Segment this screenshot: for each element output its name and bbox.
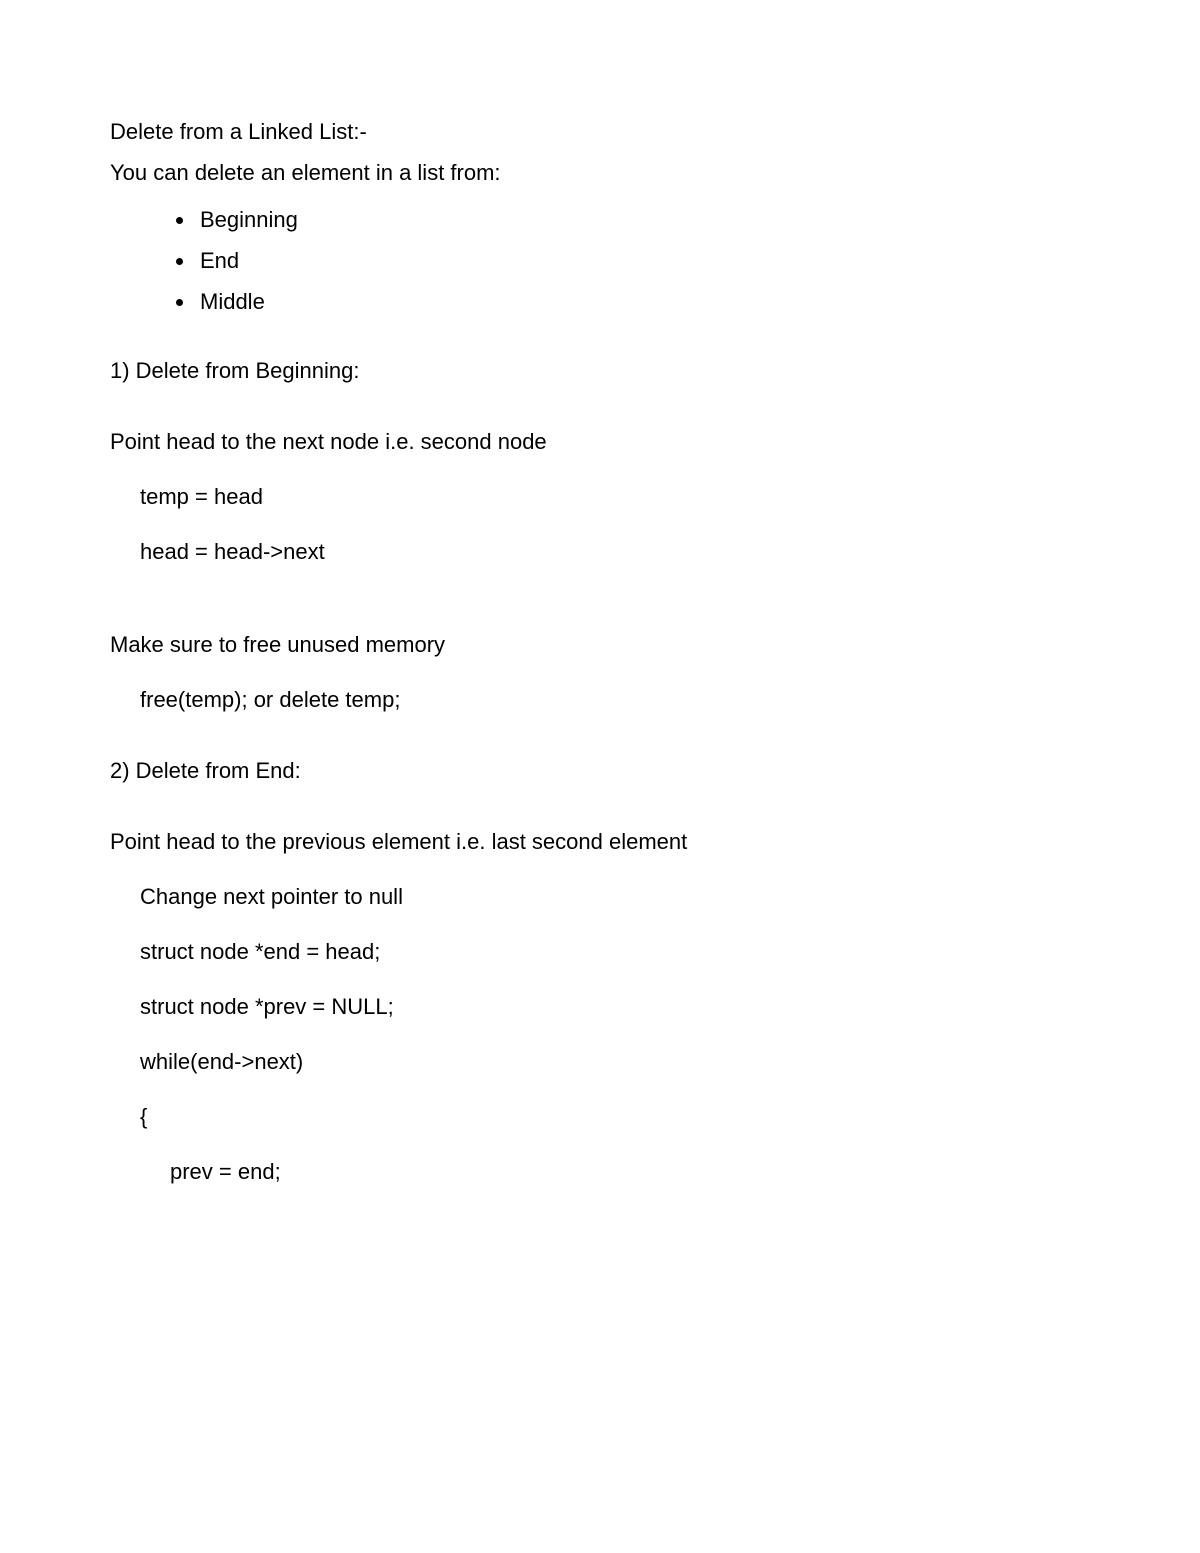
code-line: free(temp); or delete temp; [110, 683, 1090, 716]
list-item: Beginning [196, 203, 1090, 236]
list-item: Middle [196, 285, 1090, 318]
section-description: Point head to the next node i.e. second … [110, 425, 1090, 458]
code-line: struct node *prev = NULL; [110, 990, 1090, 1023]
code-line: { [110, 1100, 1090, 1133]
code-line: while(end->next) [110, 1045, 1090, 1078]
section-heading: 1) Delete from Beginning: [110, 354, 1090, 387]
section-description: Point head to the previous element i.e. … [110, 825, 1090, 858]
document-page: Delete from a Linked List:- You can dele… [0, 0, 1200, 1553]
intro-text: You can delete an element in a list from… [110, 156, 1090, 189]
code-line: temp = head [110, 480, 1090, 513]
page-title: Delete from a Linked List:- [110, 115, 1090, 148]
bullet-list: Beginning End Middle [110, 203, 1090, 318]
list-item: End [196, 244, 1090, 277]
section-heading: 2) Delete from End: [110, 754, 1090, 787]
code-line: head = head->next [110, 535, 1090, 568]
code-line: struct node *end = head; [110, 935, 1090, 968]
code-line: Change next pointer to null [110, 880, 1090, 913]
note-text: Make sure to free unused memory [110, 628, 1090, 661]
code-line: prev = end; [110, 1155, 1090, 1188]
